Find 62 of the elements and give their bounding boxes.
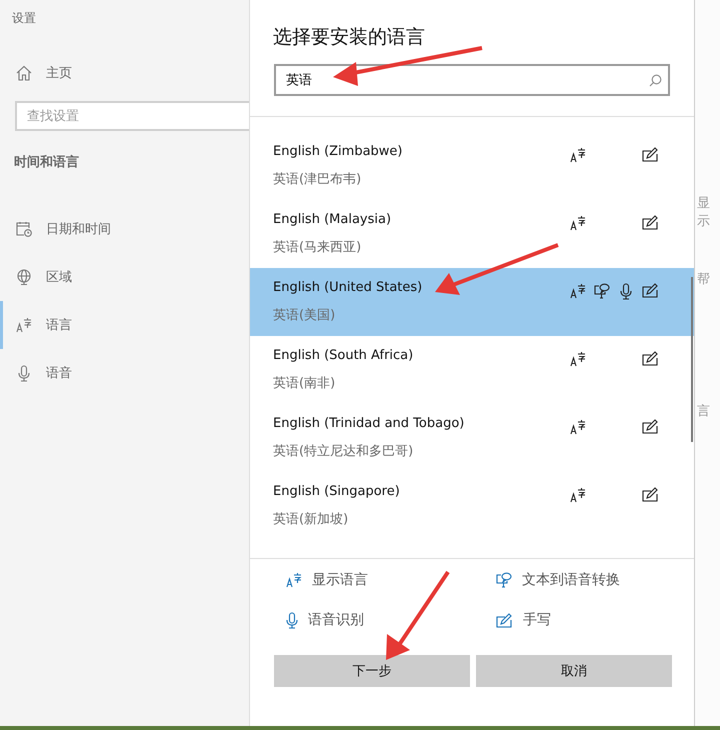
sidebar-item[interactable]: 语音 (0, 349, 249, 397)
language-list-item[interactable]: English (Singapore) 英语(新加坡) (250, 472, 694, 540)
pen-icon (642, 351, 658, 366)
calendar-clock-icon (16, 221, 32, 237)
pen-icon (642, 283, 658, 298)
scrollbar[interactable] (691, 277, 693, 442)
feature-legend-label: 显示语言 (312, 571, 368, 589)
feature-legend-label: 手写 (523, 611, 551, 629)
microphone-icon (620, 283, 632, 300)
language-name: English (Trinidad and Tobago) (273, 416, 464, 431)
home-icon (16, 65, 32, 81)
background-text: 帮 (697, 271, 710, 288)
dialog-button[interactable]: 取消 (476, 655, 672, 687)
language-list-item[interactable]: English (Zimbabwe) 英语(津巴布韦) (250, 132, 694, 200)
language-icon (570, 351, 586, 367)
microphone-icon (286, 612, 298, 628)
background-text: 言 (697, 403, 710, 420)
pen-icon (642, 147, 658, 162)
language-name: English (Malaysia) (273, 212, 392, 227)
language-icon (570, 487, 586, 503)
globe-icon (16, 269, 32, 285)
background-text: 显示 (697, 195, 711, 230)
language-icon (286, 572, 302, 588)
sidebar-item[interactable]: 语言 (0, 301, 249, 349)
language-icon (570, 283, 586, 299)
language-name: English (United States) (273, 280, 422, 295)
pen-icon (642, 419, 658, 434)
language-list-item[interactable]: English (United States) 英语(美国) (250, 268, 694, 336)
feature-legend-label: 语音识别 (308, 611, 364, 629)
sidebar-item[interactable]: 日期和时间 (0, 205, 249, 253)
speech-bubble-monitor-icon (594, 283, 610, 299)
language-list-item[interactable]: English (Malaysia) 英语(马来西亚) (250, 200, 694, 268)
search-field[interactable]: 英语 (274, 64, 670, 96)
language-native-name: 英语(马来西亚) (273, 239, 362, 256)
language-icon (570, 215, 586, 231)
pen-icon (496, 612, 513, 628)
dialog-title: 选择要安装的语言 (273, 25, 426, 50)
section-heading: 时间和语言 (14, 154, 80, 171)
language-icon (16, 317, 32, 333)
pen-icon (642, 215, 658, 230)
language-list-item[interactable]: English (Trinidad and Tobago) 英语(特立尼达和多巴哥) (250, 404, 694, 472)
language-native-name: 英语(特立尼达和多巴哥) (273, 443, 414, 460)
search-field[interactable]: 查找设置 (15, 101, 249, 131)
speech-bubble-monitor-icon (496, 572, 512, 588)
language-native-name: 英语(新加坡) (273, 511, 350, 528)
dialog-button[interactable]: 下一步 (274, 655, 470, 687)
language-name: English (South Africa) (273, 348, 414, 363)
language-name: English (Zimbabwe) (273, 144, 402, 159)
sidebar-item[interactable]: 区域 (0, 253, 249, 301)
language-icon (570, 147, 586, 163)
search-icon (649, 74, 662, 87)
feature-legend-label: 文本到语音转换 (522, 571, 620, 589)
language-native-name: 英语(津巴布韦) (273, 171, 362, 188)
language-name: English (Singapore) (273, 484, 400, 499)
language-list-item[interactable]: English (South Africa) 英语(南非) (250, 336, 694, 404)
pen-icon (642, 487, 658, 502)
language-icon (570, 419, 586, 435)
language-native-name: 英语(美国) (273, 307, 336, 324)
home-nav-item[interactable]: 主页 (0, 55, 249, 91)
language-native-name: 英语(南非) (273, 375, 336, 392)
window-title: 设置 (12, 10, 37, 27)
microphone-icon (16, 364, 32, 382)
